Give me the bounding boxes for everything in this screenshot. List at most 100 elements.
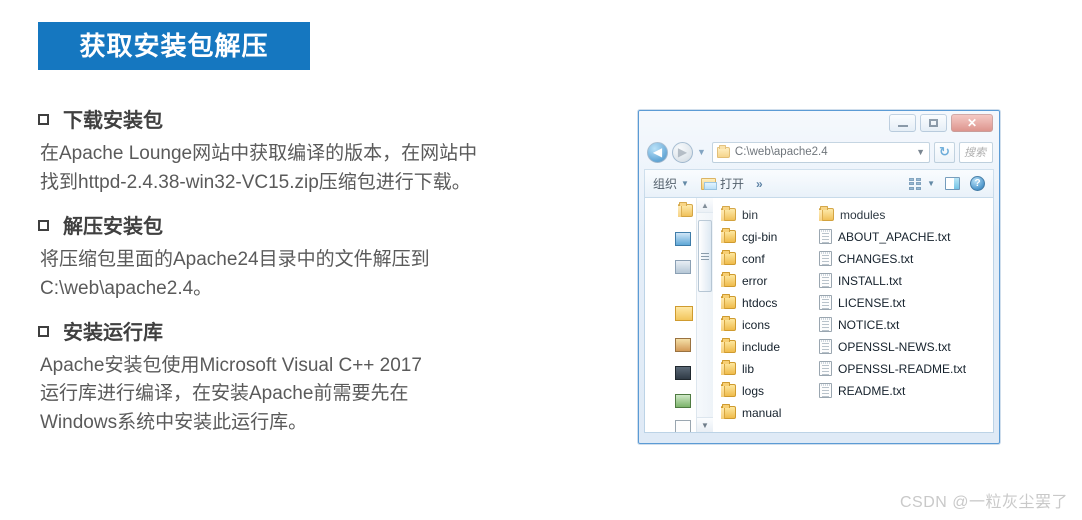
content-sections: 下载安装包 在Apache Lounge网站中获取编译的版本，在网站中 找到ht…: [38, 108, 598, 450]
section-body: 在Apache Lounge网站中获取编译的版本，在网站中 找到httpd-2.…: [38, 140, 598, 198]
list-item[interactable]: logs: [719, 380, 811, 401]
file-name: modules: [840, 207, 886, 222]
nav-folder-icon[interactable]: [677, 202, 693, 218]
section-runtime: 安装运行库 Apache安装包使用Microsoft Visual C++ 20…: [38, 320, 598, 439]
slide-title-banner: 获取安装包解压: [38, 22, 310, 70]
list-item[interactable]: bin: [719, 204, 811, 225]
window-titlebar[interactable]: ✕: [639, 111, 999, 137]
body-line: C:\web\apache2.4。: [40, 277, 213, 299]
nav-pictures-icon[interactable]: [675, 338, 691, 352]
explorer-body: ▲ ▼ bin cgi-bin conf error htdocs icons …: [644, 197, 994, 433]
chevron-down-icon[interactable]: ▼: [916, 147, 925, 157]
list-item[interactable]: error: [719, 270, 811, 291]
close-button[interactable]: ✕: [951, 114, 993, 132]
list-item[interactable]: INSTALL.txt: [817, 270, 977, 291]
nav-pane-scrollbar[interactable]: ▲ ▼: [696, 198, 713, 432]
nav-documents-icon[interactable]: [675, 420, 691, 432]
list-item[interactable]: OPENSSL-NEWS.txt: [817, 336, 977, 357]
file-name: logs: [742, 383, 765, 398]
navigation-pane[interactable]: ▲ ▼: [645, 198, 713, 432]
scroll-up-icon[interactable]: ▲: [697, 198, 713, 213]
list-item[interactable]: NOTICE.txt: [817, 314, 977, 335]
file-name: NOTICE.txt: [838, 317, 900, 332]
nav-videos-icon[interactable]: [675, 366, 691, 380]
square-bullet-icon: [38, 325, 49, 337]
csdn-watermark: CSDN @一粒灰尘罢了: [899, 494, 1068, 511]
list-item[interactable]: include: [719, 336, 811, 357]
file-name: CHANGES.txt: [838, 251, 914, 266]
folder-icon: [721, 360, 736, 375]
file-name: include: [742, 339, 781, 354]
list-item[interactable]: ABOUT_APACHE.txt: [817, 226, 977, 247]
scrollbar-thumb[interactable]: [698, 220, 712, 292]
list-item[interactable]: manual: [719, 402, 811, 423]
list-item[interactable]: lib: [719, 358, 811, 379]
section-heading-text: 安装运行库: [63, 321, 163, 344]
window-controls: ✕: [889, 114, 993, 132]
folder-icon: [721, 404, 736, 419]
list-item[interactable]: README.txt: [817, 380, 977, 401]
windows-explorer-window[interactable]: ✕ ◀ ▶ ▼ C:\web\apache2.4 ▼ ↻ 搜索 组织 ▼ 打开 …: [638, 110, 1000, 444]
list-item[interactable]: conf: [719, 248, 811, 269]
file-name: conf: [742, 251, 765, 266]
text-file-icon: [819, 295, 832, 310]
list-item[interactable]: CHANGES.txt: [817, 248, 977, 269]
forward-button[interactable]: ▶: [672, 141, 693, 163]
file-name: manual: [742, 405, 782, 420]
change-view-button[interactable]: ▼: [909, 177, 935, 190]
scroll-down-icon[interactable]: ▼: [697, 417, 713, 432]
minimize-icon: [897, 125, 908, 127]
section-heading: 安装运行库: [38, 320, 598, 346]
folder-icon: [721, 316, 736, 331]
section-extract: 解压安装包 将压缩包里面的Apache24目录中的文件解压到 C:\web\ap…: [38, 214, 598, 304]
file-list-pane[interactable]: bin cgi-bin conf error htdocs icons incl…: [713, 198, 993, 432]
body-line: 将压缩包里面的Apache24目录中的文件解压到: [40, 248, 430, 270]
help-icon: ?: [974, 178, 981, 189]
open-label: 打开: [719, 177, 744, 191]
folder-icon: [721, 294, 736, 309]
command-toolbar: 组织 ▼ 打开 » ▼ ?: [644, 169, 994, 197]
search-input[interactable]: 搜索: [959, 141, 993, 163]
square-bullet-icon: [38, 219, 49, 231]
file-column-1: bin cgi-bin conf error htdocs icons incl…: [719, 204, 811, 432]
file-name: README.txt: [838, 383, 906, 398]
file-name: cgi-bin: [742, 229, 778, 244]
refresh-button[interactable]: ↻: [934, 141, 955, 163]
open-folder-icon: [700, 177, 717, 190]
nav-desktop-icon[interactable]: [675, 232, 691, 246]
square-bullet-icon: [38, 114, 49, 125]
list-item[interactable]: LICENSE.txt: [817, 292, 977, 313]
preview-pane-button[interactable]: [945, 177, 960, 190]
help-button[interactable]: ?: [970, 176, 985, 191]
nav-recent-icon[interactable]: [675, 260, 691, 274]
slide-canvas: 获取安装包解压 下载安装包 在Apache Lounge网站中获取编译的版本，在…: [0, 0, 1082, 520]
back-arrow-icon: ◀: [652, 145, 663, 159]
list-item[interactable]: cgi-bin: [719, 226, 811, 247]
open-button[interactable]: 打开: [700, 175, 744, 192]
refresh-icon: ↻: [939, 144, 950, 159]
address-bar-row: ◀ ▶ ▼ C:\web\apache2.4 ▼ ↻ 搜索: [639, 137, 999, 167]
minimize-button[interactable]: [889, 114, 916, 132]
address-input[interactable]: C:\web\apache2.4 ▼: [711, 141, 930, 163]
slide-title-text: 获取安装包解压: [79, 31, 269, 61]
folder-icon: [721, 206, 736, 221]
maximize-icon: [929, 119, 938, 127]
file-name: ABOUT_APACHE.txt: [838, 229, 951, 244]
organize-label: 组织: [653, 177, 678, 191]
history-dropdown-icon[interactable]: ▼: [697, 147, 706, 157]
toolbar-overflow-button[interactable]: »: [756, 177, 763, 191]
body-line: Windows系统中安装此运行库。: [40, 412, 308, 434]
organize-menu-button[interactable]: 组织 ▼: [653, 175, 689, 192]
file-name: lib: [742, 361, 755, 376]
maximize-button[interactable]: [920, 114, 947, 132]
nav-photos-icon[interactable]: [675, 394, 691, 408]
file-name: error: [742, 273, 768, 288]
back-button[interactable]: ◀: [647, 141, 668, 163]
view-mode-icon: [909, 177, 923, 190]
list-item[interactable]: modules: [817, 204, 977, 225]
nav-libraries-icon[interactable]: [675, 306, 693, 321]
list-item[interactable]: icons: [719, 314, 811, 335]
list-item[interactable]: OPENSSL-README.txt: [817, 358, 977, 379]
text-file-icon: [819, 339, 832, 354]
list-item[interactable]: htdocs: [719, 292, 811, 313]
